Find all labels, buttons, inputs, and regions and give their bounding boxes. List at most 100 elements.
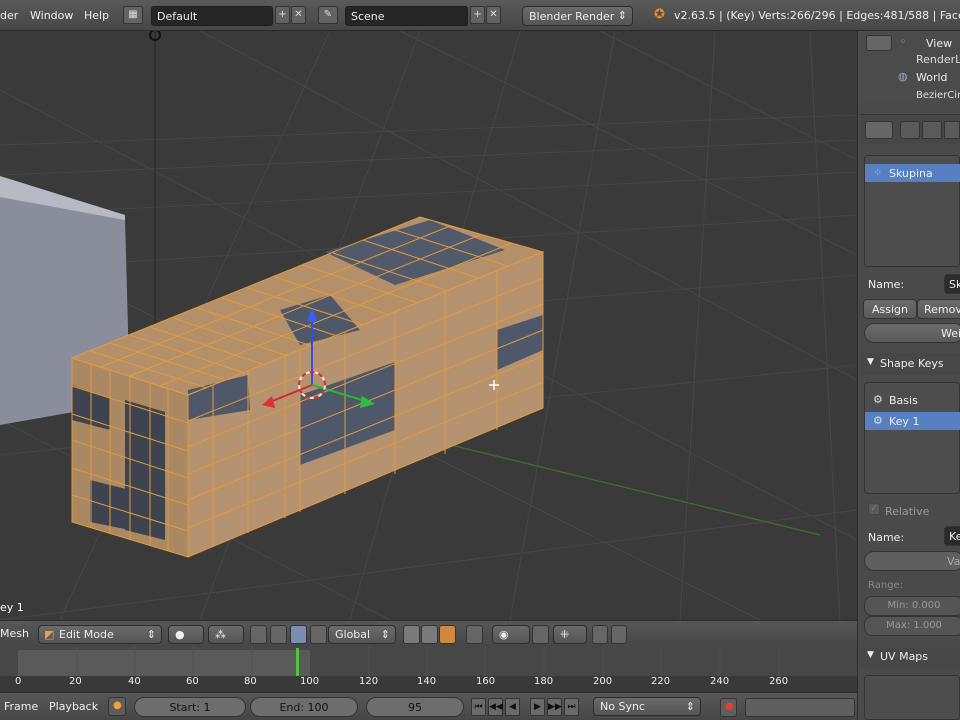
end-frame-field[interactable]: End: 100 [250,697,358,717]
updown-icon: ⇕ [685,700,695,713]
shapekey-name-field[interactable]: Ke [944,526,960,546]
menu-help[interactable]: Help [84,9,109,22]
proportional-icon: ◉ [499,628,509,641]
timeline[interactable]: 0 20 40 60 80 100 120 140 160 180 200 22… [0,646,857,687]
scene-stats: v2.63.5 | (Key) Verts:266/296 | Edges:48… [674,9,960,22]
shape-key-icon: ⚙ [873,414,883,427]
remove-button[interactable]: Remov [917,299,960,319]
add-layout-icon[interactable]: + [275,6,290,24]
pivot-select[interactable]: ⁂ [208,625,244,644]
uv-maps-list[interactable] [864,675,960,720]
keyframe-icon[interactable]: ● [108,697,126,716]
weight-slider[interactable]: Wei [864,323,960,343]
proportional-edit-select[interactable]: ◉ [492,625,530,644]
scene-icon[interactable]: ✎ [318,6,338,24]
remove-layout-icon[interactable]: ✕ [291,6,306,24]
shape-keys-panel-header[interactable]: ▼ Shape Keys [860,353,960,375]
add-scene-icon[interactable]: + [470,6,485,24]
play-icon[interactable]: ▶ [530,698,545,716]
pivot-icon: ⁂ [215,628,226,641]
timeline-tick: 120 [359,676,379,687]
frame-menu[interactable]: Frame [4,700,38,713]
outliner-item-beziercircle[interactable]: BezierCir [916,90,960,101]
world-tab-icon[interactable] [944,121,960,139]
sync-mode-select[interactable]: No Sync ⇕ [593,697,701,716]
timeline-tick: 240 [710,676,730,687]
max-field[interactable]: Max: 1.000 [864,616,960,636]
updown-icon: ⇕ [380,628,390,641]
vertex-group-item[interactable]: ⁘ Skupina [865,164,960,182]
render-engine-select[interactable]: Blender Render ⇕ [522,6,633,26]
viewport-shading-select[interactable]: ● [168,625,204,644]
solid-shading-icon: ● [175,628,185,641]
outliner-item-renderlayers[interactable]: RenderLa [916,53,960,66]
uv-maps-panel-header[interactable]: ▼ UV Maps [860,646,960,668]
min-field[interactable]: Min: 0.000 [864,596,960,616]
limit-selection-icon[interactable] [466,625,483,644]
snap-select[interactable]: ⁜ [553,625,587,644]
menu-render[interactable]: der [0,9,18,22]
updown-icon: ⇕ [617,9,627,22]
shape-key-item-basis[interactable]: ⚙ Basis [865,391,960,409]
vgroup-name-field[interactable]: Sk [944,274,960,294]
editor-type-icon[interactable] [866,35,892,51]
translate-manipulator-icon[interactable] [270,625,287,644]
transform-orientation-select[interactable]: Global ⇕ [328,625,396,644]
properties-header [860,114,960,144]
render-anim-icon[interactable] [611,625,627,644]
outliner-item-world[interactable]: World [916,71,948,84]
properties-editor-icon[interactable] [865,121,893,139]
timeline-tick: 200 [593,676,613,687]
mode-select[interactable]: ◩ Edit Mode ⇕ [38,625,162,644]
screen-layout-field[interactable]: Default [151,6,273,26]
render-opengl-icon[interactable] [592,625,608,644]
jump-next-key-icon[interactable]: ▶▶ [547,698,562,716]
visible-toggle-icon[interactable]: ◦ [900,35,907,48]
current-frame-field[interactable]: 95 [366,697,464,717]
edit-mode-icon: ◩ [44,628,55,641]
value-slider[interactable]: Val [864,551,960,571]
3d-viewport[interactable]: ey 1 [0,31,857,620]
jump-prev-key-icon[interactable]: ◀◀ [488,698,503,716]
vertex-select-icon[interactable] [403,625,420,644]
play-reverse-icon[interactable]: ◀ [505,698,520,716]
timeline-tick: 220 [651,676,671,687]
info-header: der Window Help ▦ Default + ✕ ✎ Scene + … [0,0,960,31]
start-frame-field[interactable]: Start: 1 [134,697,246,717]
collapse-arrow-icon: ▼ [867,650,874,660]
timeline-tick: 80 [244,676,257,687]
playback-menu[interactable]: Playback [49,700,98,713]
relative-label: Relative [885,505,930,518]
shape-keys-list[interactable]: ⚙ Basis ⚙ Key 1 [864,382,960,494]
menu-window[interactable]: Window [30,9,73,22]
shapekey-name-label: Name: [868,531,905,544]
timeline-tick: 180 [534,676,554,687]
record-icon[interactable]: ● [720,698,737,717]
relative-checkbox[interactable]: ✓ [868,503,880,515]
remove-scene-icon[interactable]: ✕ [486,6,501,24]
scene-tab-icon[interactable] [922,121,942,139]
render-tab-icon[interactable] [900,121,920,139]
shape-key-item-key1[interactable]: ⚙ Key 1 [865,412,960,430]
viewport-canvas [0,31,857,620]
vertex-groups-list[interactable]: ⁘ Skupina [864,155,960,267]
screen-layout-icon[interactable]: ▦ [123,6,143,24]
mesh-menu[interactable]: Mesh [0,627,29,640]
face-select-icon[interactable] [439,625,456,644]
snap-icon: ⁜ [560,628,570,641]
edge-select-icon[interactable] [421,625,438,644]
falloff-icon[interactable] [532,625,549,644]
keying-set-field[interactable] [745,698,855,717]
shape-key-icon: ⚙ [873,393,883,406]
jump-start-icon[interactable]: ⏮ [471,698,486,716]
timeline-tick: 60 [186,676,199,687]
manipulator-toggle-icon[interactable] [250,625,267,644]
scale-manipulator-icon[interactable] [310,625,327,644]
updown-icon: ⇕ [146,628,156,641]
rotate-manipulator-icon[interactable] [290,625,307,644]
scene-field[interactable]: Scene [345,6,468,26]
assign-button[interactable]: Assign [863,299,917,319]
timeline-grid [76,646,780,676]
view-menu[interactable]: View [926,37,952,50]
jump-end-icon[interactable]: ⏭ [564,698,579,716]
